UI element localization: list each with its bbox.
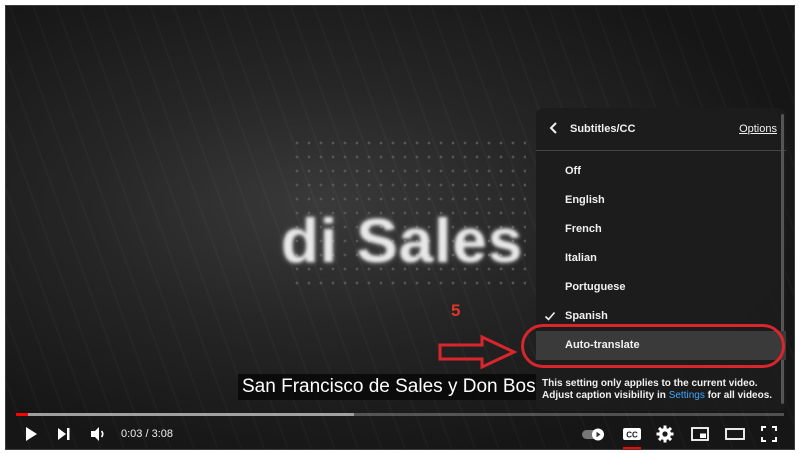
settings-gear-icon[interactable]: [655, 424, 675, 444]
menu-header: Subtitles/CC Options: [536, 108, 786, 151]
cc-icon[interactable]: CC: [622, 424, 642, 444]
annotation-highlight-ellipse: [521, 324, 785, 368]
menu-note: This setting only applies to the current…: [542, 378, 780, 402]
next-icon[interactable]: [54, 424, 74, 444]
fullscreen-icon[interactable]: [759, 424, 779, 444]
progress-bar[interactable]: [16, 413, 784, 416]
annotation-step-number: 5: [451, 301, 461, 320]
autoplay-toggle-icon[interactable]: [581, 424, 607, 444]
menu-item-french[interactable]: French: [536, 215, 786, 244]
menu-item-label: Off: [565, 165, 581, 177]
menu-item-italian[interactable]: Italian: [536, 244, 786, 273]
theater-mode-icon[interactable]: [724, 424, 746, 444]
volume-icon[interactable]: [88, 424, 108, 444]
annotation-arrow-icon: [438, 335, 518, 369]
menu-note-end: for all videos.: [704, 390, 773, 401]
menu-item-english[interactable]: English: [536, 186, 786, 215]
back-chevron-icon[interactable]: [548, 121, 560, 135]
settings-link[interactable]: Settings: [669, 390, 705, 401]
menu-title: Subtitles/CC: [570, 123, 636, 135]
checkmark-icon: [544, 311, 556, 321]
menu-item-label: French: [565, 223, 602, 235]
options-link[interactable]: Options: [739, 123, 777, 135]
progress-played: [16, 413, 29, 416]
svg-text:CC: CC: [626, 431, 638, 440]
video-title-graphic: di Sales: [281, 207, 524, 276]
caption-text: San Francisco de Sales y Don Bos: [238, 374, 540, 400]
play-icon[interactable]: [21, 424, 41, 444]
miniplayer-icon[interactable]: [690, 424, 710, 444]
player-controls: 0:03 / 3:08 CC: [6, 419, 794, 449]
menu-item-off[interactable]: Off: [536, 157, 786, 186]
progress-buffered: [16, 413, 354, 416]
menu-item-portuguese[interactable]: Portuguese: [536, 273, 786, 302]
menu-item-label: English: [565, 194, 605, 206]
menu-item-label: Portuguese: [565, 281, 626, 293]
menu-item-label: Spanish: [565, 310, 608, 322]
video-player[interactable]: di Sales San Francisco de Sales y Don Bo…: [5, 5, 795, 450]
menu-item-label: Italian: [565, 252, 597, 264]
time-display: 0:03 / 3:08: [121, 428, 173, 440]
cc-active-indicator: [623, 447, 641, 449]
